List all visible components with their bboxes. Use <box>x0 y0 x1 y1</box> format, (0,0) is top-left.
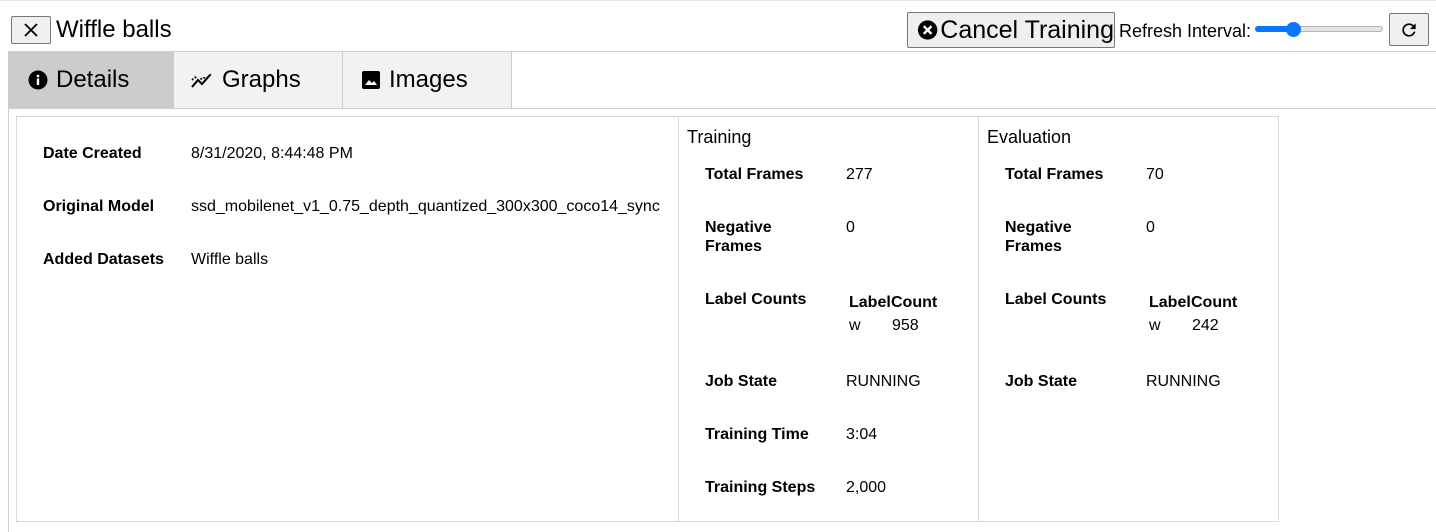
date-created-label: Date Created <box>43 145 142 162</box>
close-button[interactable] <box>11 16 51 44</box>
evaluation-divider <box>978 117 979 521</box>
tab-graphs-label: Graphs <box>222 66 301 93</box>
training-title: Training <box>687 127 752 147</box>
training-label-col-header: Label <box>849 294 891 311</box>
training-negative-frames-value: 0 <box>846 219 855 236</box>
added-datasets-label: Added Datasets <box>43 251 164 268</box>
training-steps-value: 2,000 <box>846 479 887 496</box>
tab-details-label: Details <box>56 66 130 93</box>
training-total-frames-value: 277 <box>846 166 873 183</box>
evaluation-right-border <box>1278 117 1279 521</box>
training-label-cell: w <box>849 317 861 334</box>
training-divider <box>678 117 679 521</box>
training-total-frames-label: Total Frames <box>705 166 804 183</box>
training-negative-frames-label: Negative Frames <box>705 219 772 255</box>
training-label-counts-label: Label Counts <box>705 291 807 308</box>
slider-thumb[interactable] <box>1286 22 1301 37</box>
evaluation-job-state-value: RUNNING <box>1146 373 1221 390</box>
evaluation-label-counts-label: Label Counts <box>1005 291 1107 308</box>
evaluation-total-frames-label: Total Frames <box>1005 166 1104 183</box>
training-steps-label: Training Steps <box>705 479 816 496</box>
evaluation-label-cell: w <box>1149 317 1161 334</box>
tab-images-label: Images <box>389 66 468 93</box>
page-title: Wiffle balls <box>56 16 172 43</box>
evaluation-negative-frames-value: 0 <box>1146 219 1155 236</box>
date-created-value: 8/31/2020, 8:44:48 PM <box>191 145 353 162</box>
evaluation-label-col-header: Label <box>1149 294 1191 311</box>
added-datasets-value: Wiffle balls <box>191 251 269 268</box>
cancel-training-label: Cancel Training <box>940 15 1114 44</box>
evaluation-negative-frames-label: Negative Frames <box>1005 219 1072 255</box>
info-icon <box>28 70 48 90</box>
image-icon <box>362 71 380 89</box>
evaluation-job-state-label: Job State <box>1005 373 1078 390</box>
training-time-label: Training Time <box>705 426 809 443</box>
close-icon <box>24 23 38 37</box>
details-content: Date Created 8/31/2020, 8:44:48 PM Origi… <box>16 116 1279 522</box>
cancel-training-button[interactable]: Cancel Training <box>907 12 1115 48</box>
training-count-cell: 958 <box>892 317 919 334</box>
top-divider <box>0 0 1436 1</box>
refresh-button[interactable] <box>1389 13 1429 46</box>
refresh-icon <box>1402 22 1416 37</box>
evaluation-title: Evaluation <box>987 127 1072 147</box>
training-job-state-value: RUNNING <box>846 373 921 390</box>
tab-bar: Details Graphs Images <box>9 52 1436 109</box>
evaluation-count-col-header: Count <box>1191 294 1238 311</box>
line-chart-icon <box>191 73 212 88</box>
tab-graphs[interactable]: Graphs <box>174 52 343 108</box>
training-time-value: 3:04 <box>846 426 878 443</box>
training-count-col-header: Count <box>891 294 938 311</box>
tab-details[interactable]: Details <box>9 52 174 108</box>
evaluation-count-cell: 242 <box>1192 317 1219 334</box>
original-model-label: Original Model <box>43 198 155 215</box>
original-model-value: ssd_mobilenet_v1_0.75_depth_quantized_30… <box>191 198 660 215</box>
tabs-panel: Details Graphs Images Date Created 8/31/… <box>8 51 1436 532</box>
cancel-circle-icon <box>917 20 938 40</box>
refresh-interval-slider[interactable] <box>1255 22 1383 37</box>
tab-images[interactable]: Images <box>343 52 512 108</box>
refresh-interval-label: Refresh Interval: <box>1119 21 1252 41</box>
evaluation-total-frames-value: 70 <box>1146 166 1164 183</box>
training-job-state-label: Job State <box>705 373 778 390</box>
